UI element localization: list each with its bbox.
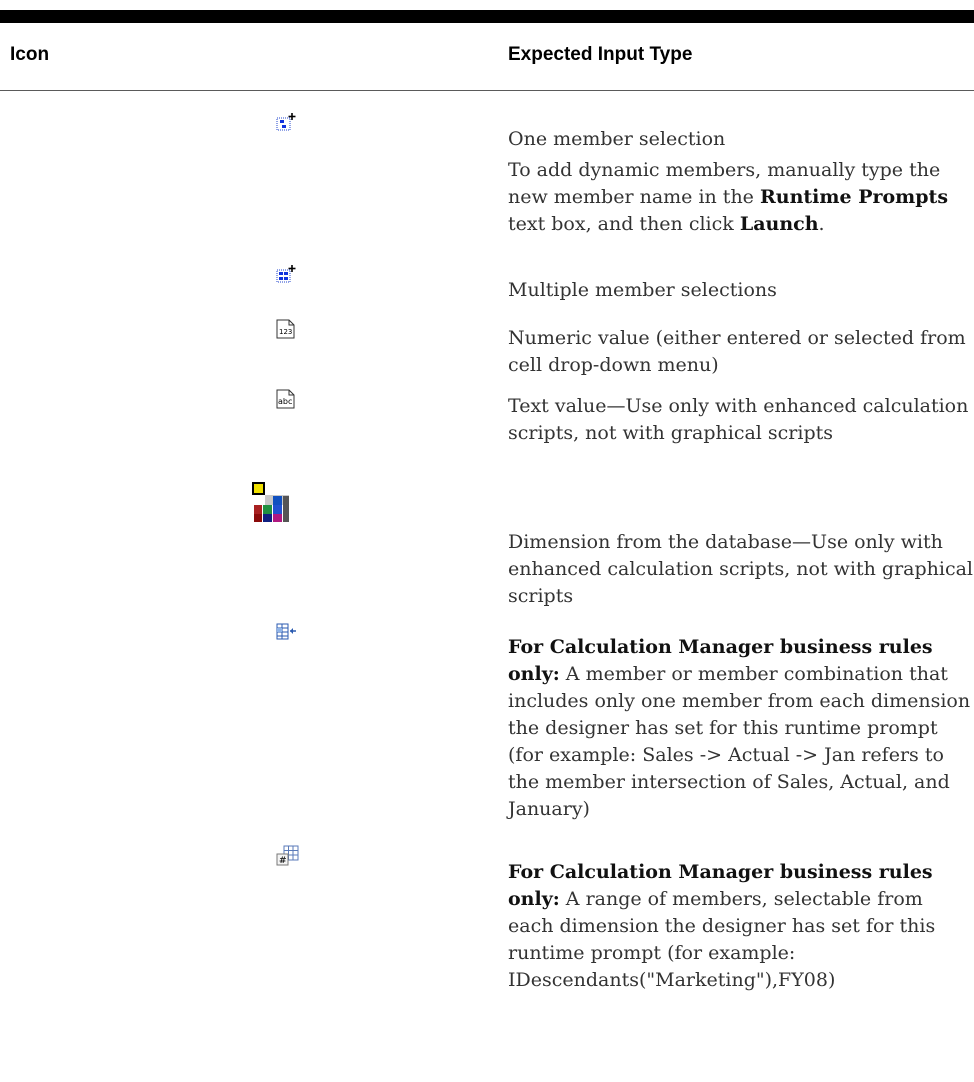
- member-range-icon: #: [276, 845, 300, 867]
- row-dimension: Dimension from the database—Use only wit…: [508, 529, 974, 610]
- multiple-members-icon: [276, 265, 296, 283]
- text-glyph: abc: [278, 397, 292, 406]
- row-text-value-text: Text value—Use only with enhanced calcul…: [508, 395, 969, 444]
- column-header-expected-input-type: Expected Input Type: [508, 44, 693, 65]
- numeric-glyph: 123: [279, 328, 292, 336]
- note-launch: Launch: [739, 213, 819, 235]
- row-dimension-text: Dimension from the database—Use only wit…: [508, 531, 973, 607]
- row-member-range-text: For Calculation Manager business rules o…: [508, 859, 974, 994]
- single-member-icon: [276, 113, 296, 131]
- note-part-2: text box, and then click: [508, 213, 740, 235]
- row-cross-dimension-text: For Calculation Manager business rules o…: [508, 634, 974, 823]
- row-multiple-members-text: Multiple member selections: [508, 279, 777, 301]
- hash-glyph: #: [279, 856, 287, 866]
- row-numeric-value-text: Numeric value (either entered or selecte…: [508, 327, 966, 376]
- row-text-value: Text value—Use only with enhanced calcul…: [508, 393, 974, 447]
- text-value-icon: abc: [276, 387, 296, 409]
- dimension-icon: [251, 481, 293, 523]
- header-divider: [0, 90, 974, 91]
- row-single-member: One member selection To add dynamic memb…: [508, 126, 974, 238]
- cross-dimension-desc: A member or member combination that incl…: [508, 663, 971, 820]
- cross-dimension-icon: [276, 623, 298, 641]
- top-rule: [0, 10, 974, 23]
- row-multiple-members: Multiple member selections: [508, 277, 974, 304]
- note-runtime-prompts: Runtime Prompts: [759, 186, 949, 208]
- row-numeric-value: Numeric value (either entered or selecte…: [508, 325, 974, 379]
- numeric-value-icon: 123: [276, 317, 296, 339]
- member-range-desc: A range of members, selectable from each…: [508, 888, 936, 991]
- row-member-range: For Calculation Manager business rules o…: [508, 859, 974, 994]
- column-header-icon: Icon: [10, 44, 50, 65]
- row-single-member-note: To add dynamic members, manually type th…: [508, 157, 974, 238]
- note-part-3: .: [818, 213, 825, 235]
- row-cross-dimension: For Calculation Manager business rules o…: [508, 634, 974, 823]
- row-single-member-text: One member selection: [508, 128, 726, 150]
